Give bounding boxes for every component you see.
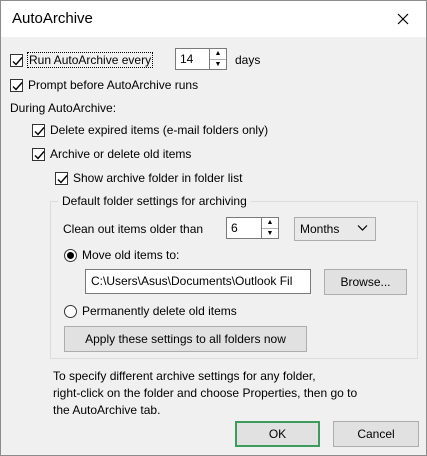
checkbox-box[interactable]: [55, 171, 68, 185]
perm-delete-label: Permanently delete old items: [82, 304, 237, 318]
chevron-down-icon: [357, 225, 368, 231]
archive-path-field[interactable]: C:\Users\Asus\Documents\Outlook Fil: [85, 269, 311, 294]
perm-delete-radio[interactable]: Permanently delete old items: [64, 304, 237, 318]
info-line: right-click on the folder and choose Pro…: [53, 386, 358, 400]
check-icon: [57, 174, 68, 184]
spin-down-icon[interactable]: ▼: [210, 58, 226, 70]
clean-out-unit-select[interactable]: Months: [294, 217, 376, 241]
move-old-label: Move old items to:: [82, 248, 180, 262]
archive-old-label: Archive or delete old items: [50, 147, 192, 161]
clean-out-value[interactable]: 6: [226, 217, 262, 239]
apply-all-folders-button[interactable]: Apply these settings to all folders now: [64, 326, 307, 352]
move-old-radio[interactable]: Move old items to:: [64, 248, 179, 262]
checkbox-box[interactable]: [10, 53, 23, 67]
show-folder-checkbox[interactable]: Show archive folder in folder list: [55, 171, 242, 185]
prompt-before-label: Prompt before AutoArchive runs: [28, 78, 199, 92]
check-icon: [34, 126, 45, 136]
run-every-label: Run AutoArchive every: [26, 52, 154, 68]
info-line: To specify different archive settings fo…: [53, 369, 316, 383]
check-icon: [12, 81, 23, 91]
clean-out-spinner[interactable]: 6 ▲ ▼: [226, 217, 279, 239]
spin-up-icon[interactable]: ▲: [262, 218, 278, 228]
spin-down-icon[interactable]: ▼: [262, 227, 278, 239]
spin-up-icon[interactable]: ▲: [210, 49, 226, 59]
dialog-title: AutoArchive: [12, 10, 93, 27]
checkbox-box[interactable]: [32, 147, 45, 161]
close-button[interactable]: [380, 1, 426, 37]
delete-expired-label: Delete expired items (e-mail folders onl…: [50, 123, 269, 137]
delete-expired-checkbox[interactable]: Delete expired items (e-mail folders onl…: [32, 123, 268, 137]
radio-button[interactable]: [64, 248, 77, 262]
group-title: Default folder settings for archiving: [58, 194, 251, 208]
radio-button[interactable]: [64, 304, 77, 318]
during-label: During AutoArchive:: [10, 101, 117, 115]
cancel-button[interactable]: Cancel: [333, 421, 419, 447]
run-every-checkbox[interactable]: Run AutoArchive every: [10, 52, 154, 68]
run-every-spinner[interactable]: 14 ▲ ▼: [175, 48, 227, 70]
info-text: To specify different archive settings fo…: [53, 368, 357, 419]
info-line: the AutoArchive tab.: [53, 403, 161, 417]
browse-button[interactable]: Browse...: [324, 269, 407, 295]
close-icon: [397, 13, 409, 25]
check-icon: [34, 150, 45, 160]
checkbox-box[interactable]: [10, 78, 23, 92]
run-every-unit: days: [235, 53, 261, 67]
title-bar: AutoArchive: [1, 1, 426, 37]
ok-button[interactable]: OK: [235, 421, 320, 447]
clean-out-label: Clean out items older than: [63, 222, 204, 236]
autoarchive-dialog: AutoArchive Run AutoArchive every 14 ▲ ▼…: [0, 0, 427, 456]
check-icon: [12, 56, 23, 66]
clean-out-unit-value: Months: [300, 222, 340, 236]
show-folder-label: Show archive folder in folder list: [73, 171, 243, 185]
prompt-before-checkbox[interactable]: Prompt before AutoArchive runs: [10, 78, 198, 92]
checkbox-box[interactable]: [32, 123, 45, 137]
archive-old-checkbox[interactable]: Archive or delete old items: [32, 147, 191, 161]
run-every-value[interactable]: 14: [175, 48, 210, 70]
